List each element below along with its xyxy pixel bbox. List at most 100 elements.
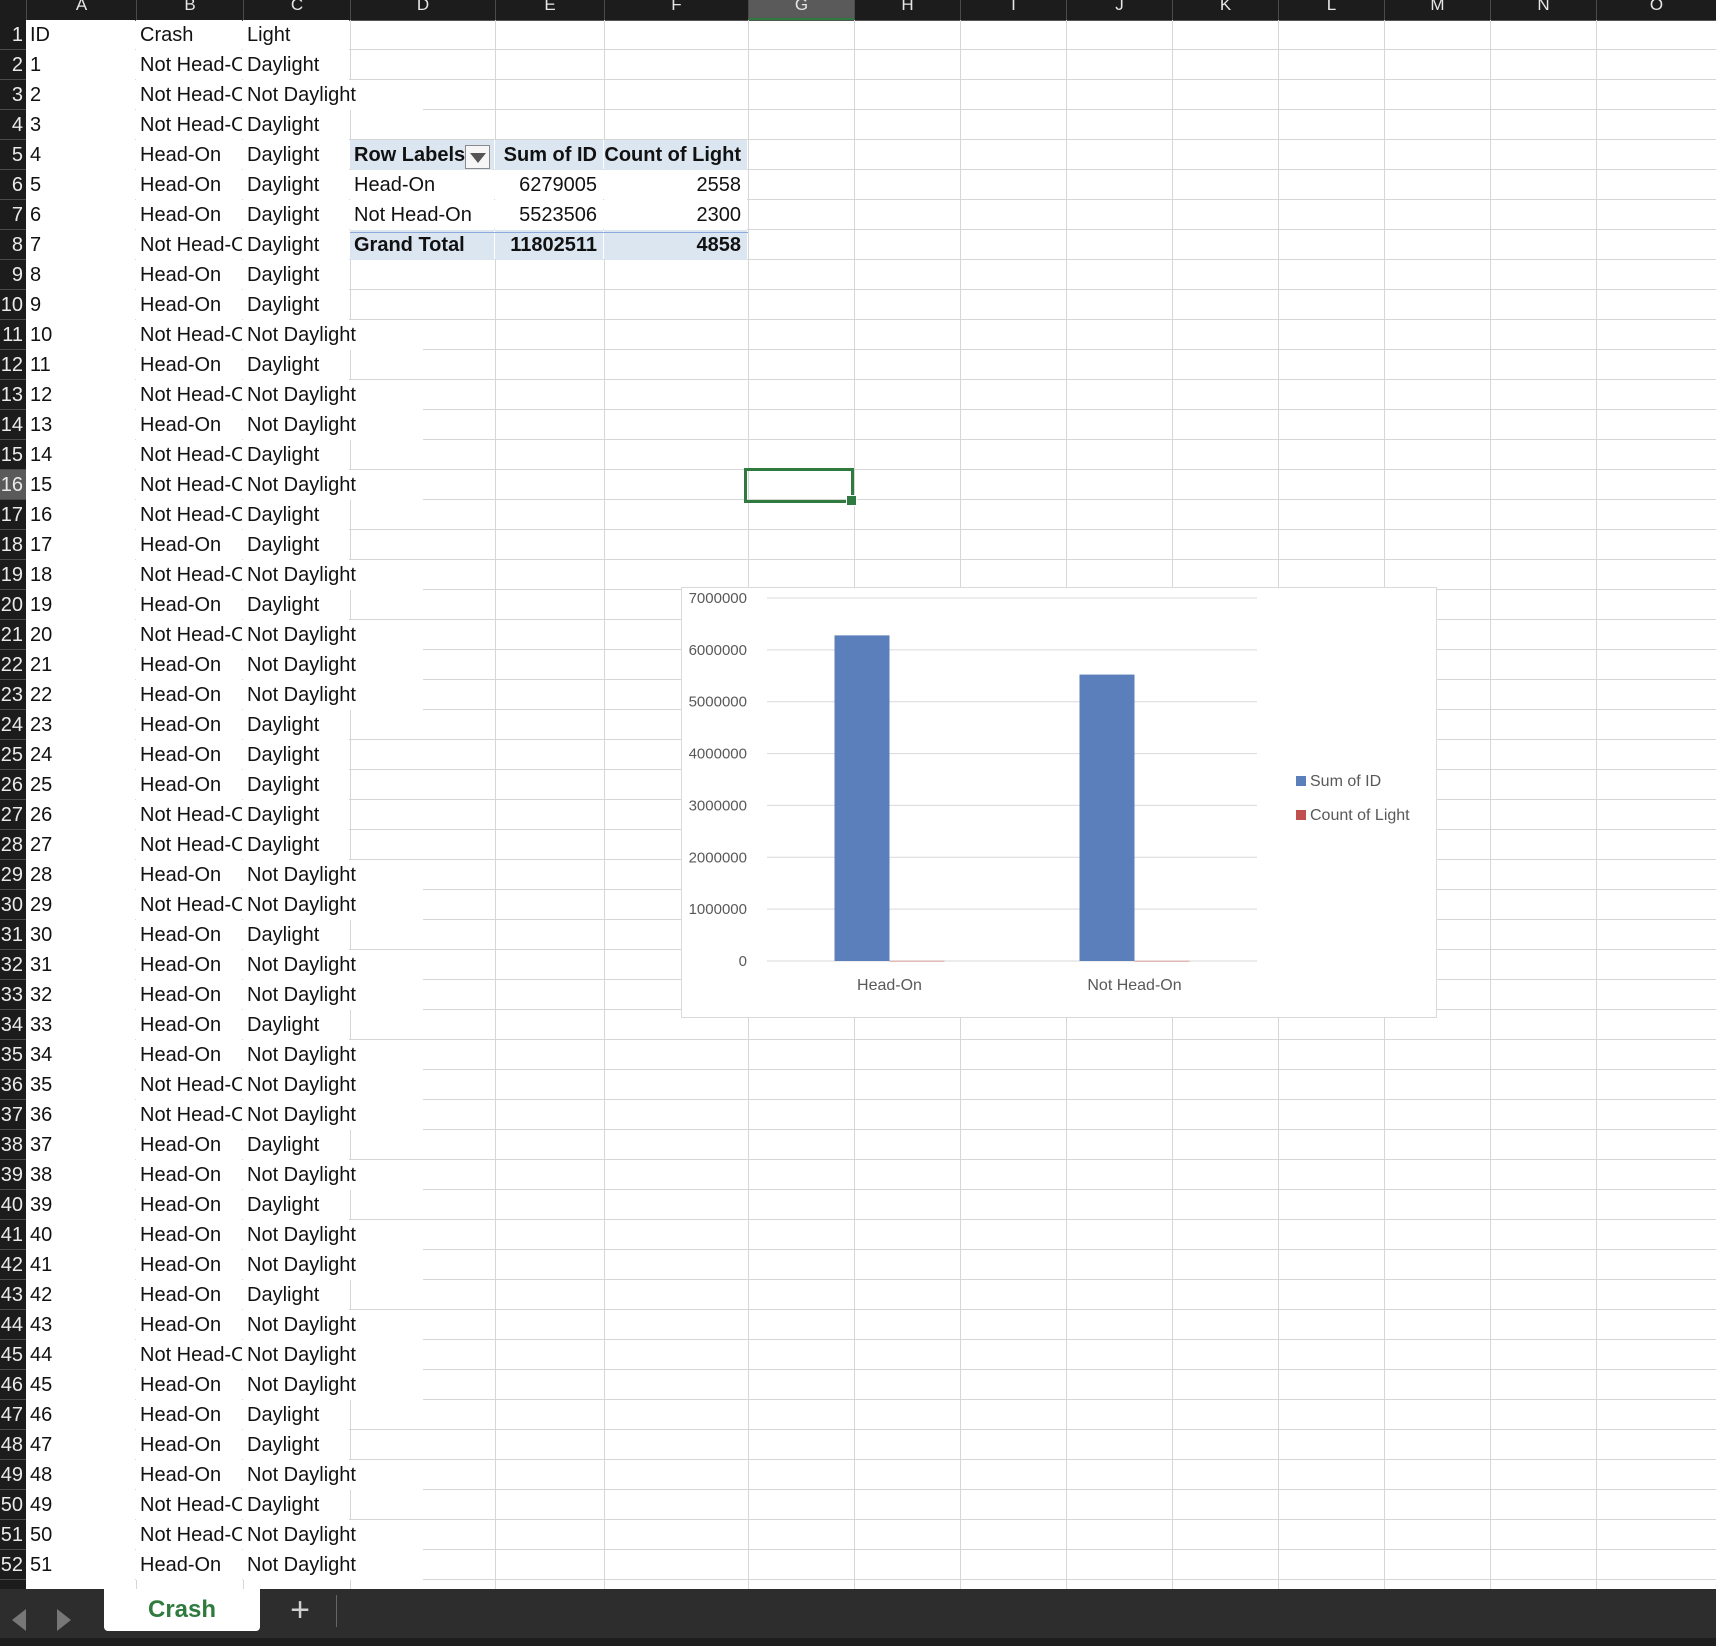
cell-id[interactable]: 32 (26, 980, 135, 1010)
cell-light[interactable]: Daylight (243, 770, 349, 800)
cell-light[interactable]: Daylight (243, 530, 349, 560)
cell-crash[interactable]: Not Head-On (136, 1070, 242, 1100)
cell-id[interactable]: 21 (26, 650, 135, 680)
column-header-d[interactable]: D (350, 0, 495, 20)
cell-header-id[interactable]: ID (26, 20, 135, 50)
cell-id[interactable]: 1 (26, 50, 135, 80)
cell-id[interactable]: 8 (26, 260, 135, 290)
cell-crash[interactable]: Not Head-On (136, 800, 242, 830)
cell-crash[interactable]: Not Head-On (136, 1520, 242, 1550)
cell-crash[interactable]: Head-On (136, 1190, 242, 1220)
column-header-k[interactable]: K (1172, 0, 1278, 20)
cell-light[interactable]: Not Daylight (243, 1040, 423, 1070)
cell-id[interactable]: 41 (26, 1250, 135, 1280)
cell-light[interactable]: Not Daylight (243, 1520, 423, 1550)
cell-light[interactable]: Not Daylight (243, 320, 423, 350)
cell-id[interactable]: 48 (26, 1460, 135, 1490)
pivot-total-sum[interactable]: 11802511 (495, 230, 603, 260)
cell-crash[interactable]: Head-On (136, 1400, 242, 1430)
cell-light[interactable]: Not Daylight (243, 1370, 423, 1400)
cell-light[interactable]: Not Daylight (243, 1100, 423, 1130)
cell-id[interactable]: 23 (26, 710, 135, 740)
cell-id[interactable]: 22 (26, 680, 135, 710)
pivot-total-label[interactable]: Grand Total (350, 230, 494, 260)
cell-id[interactable]: 5 (26, 170, 135, 200)
cell-id[interactable]: 27 (26, 830, 135, 860)
cell-light[interactable]: Daylight (243, 260, 349, 290)
cell-id[interactable]: 25 (26, 770, 135, 800)
cell-crash[interactable]: Head-On (136, 950, 242, 980)
cell-id[interactable]: 40 (26, 1220, 135, 1250)
cell-light[interactable]: Daylight (243, 1430, 349, 1460)
column-header-g[interactable]: G (748, 0, 854, 20)
cell-id[interactable]: 30 (26, 920, 135, 950)
cell-id[interactable]: 46 (26, 1400, 135, 1430)
cell-light[interactable]: Daylight (243, 500, 349, 530)
pivot-row-label[interactable]: Head-On (350, 170, 494, 200)
cell-id[interactable]: 29 (26, 890, 135, 920)
cell-crash[interactable]: Head-On (136, 1040, 242, 1070)
cell-id[interactable]: 35 (26, 1070, 135, 1100)
cell-id[interactable]: 44 (26, 1340, 135, 1370)
cell-crash[interactable]: Head-On (136, 650, 242, 680)
column-header-j[interactable]: J (1066, 0, 1172, 20)
cell-light[interactable]: Not Daylight (243, 650, 423, 680)
cell-crash[interactable]: Head-On (136, 1310, 242, 1340)
cell-id[interactable]: 18 (26, 560, 135, 590)
cell-light[interactable]: Not Daylight (243, 80, 423, 110)
pivot-total-count[interactable]: 4858 (604, 230, 747, 260)
column-header-b[interactable]: B (136, 0, 243, 20)
cell-id[interactable]: 50 (26, 1520, 135, 1550)
cell-id[interactable]: 13 (26, 410, 135, 440)
cell-crash[interactable]: Not Head-On (136, 890, 242, 920)
fill-handle[interactable] (846, 495, 857, 506)
cell-id[interactable]: 24 (26, 740, 135, 770)
cell-crash[interactable]: Not Head-On (136, 320, 242, 350)
cell-crash[interactable]: Not Head-On (136, 1490, 242, 1520)
column-header-h[interactable]: H (854, 0, 960, 20)
cell-light[interactable]: Daylight (243, 830, 349, 860)
cell-id[interactable]: 10 (26, 320, 135, 350)
cell-crash[interactable]: Not Head-On (136, 1100, 242, 1130)
cell-id[interactable]: 49 (26, 1490, 135, 1520)
cell-crash[interactable]: Head-On (136, 1280, 242, 1310)
column-header-o[interactable]: O (1596, 0, 1716, 20)
cell-crash[interactable]: Head-On (136, 1010, 242, 1040)
cell-crash[interactable]: Head-On (136, 140, 242, 170)
cell-id[interactable]: 11 (26, 350, 135, 380)
cell-id[interactable]: 33 (26, 1010, 135, 1040)
cell-light[interactable]: Not Daylight (243, 1220, 423, 1250)
cell-id[interactable]: 34 (26, 1040, 135, 1070)
column-header-a[interactable]: A (26, 0, 136, 20)
cell-light[interactable]: Not Daylight (243, 1340, 423, 1370)
cell-light[interactable]: Not Daylight (243, 1070, 423, 1100)
pivot-chart[interactable]: 0 1000000 2000000 3000000 4000000 5000000 6000… (681, 587, 1437, 1018)
cell-light[interactable]: Not Daylight (243, 1460, 423, 1490)
pivot-row-count[interactable]: 2558 (604, 170, 747, 200)
cell-light[interactable]: Not Daylight (243, 860, 423, 890)
cell-id[interactable]: 42 (26, 1280, 135, 1310)
cell-crash[interactable]: Head-On (136, 410, 242, 440)
cell-header-crash[interactable]: Crash (136, 20, 242, 50)
cell-light[interactable]: Daylight (243, 920, 349, 950)
cell-id[interactable]: 9 (26, 290, 135, 320)
cell-light[interactable]: Daylight (243, 290, 349, 320)
cell-light[interactable]: Not Daylight (243, 1550, 423, 1580)
cell-id[interactable]: 37 (26, 1130, 135, 1160)
cell-crash[interactable]: Head-On (136, 1130, 242, 1160)
pivot-row-sum[interactable]: 6279005 (495, 170, 603, 200)
cell-id[interactable]: 31 (26, 950, 135, 980)
sheet-tab-crash[interactable]: Crash (104, 1589, 260, 1631)
column-header-l[interactable]: L (1278, 0, 1384, 20)
cell-id[interactable]: 16 (26, 500, 135, 530)
cell-id[interactable]: 45 (26, 1370, 135, 1400)
cell-light[interactable]: Daylight (243, 350, 349, 380)
cell-id[interactable]: 15 (26, 470, 135, 500)
cell-header-light[interactable]: Light (243, 20, 349, 50)
cell-light[interactable]: Daylight (243, 110, 349, 140)
cell-crash[interactable]: Head-On (136, 170, 242, 200)
cell-id[interactable]: 14 (26, 440, 135, 470)
cell-crash[interactable]: Head-On (136, 1250, 242, 1280)
cell-light[interactable]: Daylight (243, 1010, 349, 1040)
cell-crash[interactable]: Head-On (136, 260, 242, 290)
